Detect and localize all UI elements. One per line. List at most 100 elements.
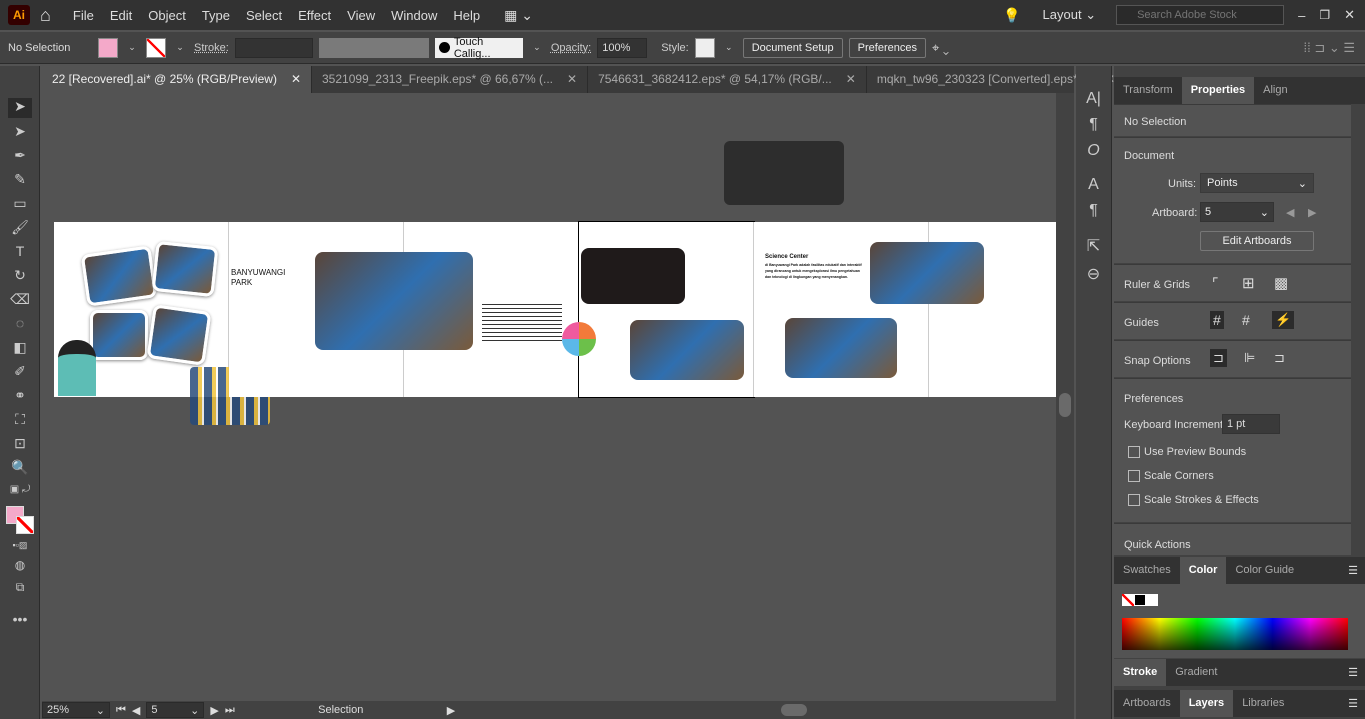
panel-menu-icon[interactable]: ☰ bbox=[1341, 690, 1365, 717]
snap-to-pixel-icon[interactable]: ⊐ bbox=[1274, 350, 1285, 366]
selection-tool[interactable]: ➤ bbox=[8, 98, 32, 118]
tab-layers[interactable]: Layers bbox=[1179, 690, 1234, 717]
menu-edit[interactable]: Edit bbox=[102, 8, 140, 23]
variable-width-profile[interactable] bbox=[318, 37, 429, 58]
tab-gradient[interactable]: Gradient bbox=[1166, 659, 1226, 686]
close-icon[interactable]: ✕ bbox=[291, 72, 301, 87]
menu-view[interactable]: View bbox=[339, 8, 383, 23]
artboard-2[interactable]: BANYUWANGI PARK bbox=[229, 222, 473, 397]
stroke-weight-field[interactable] bbox=[234, 37, 313, 58]
previous-artboard-icon[interactable]: ◀ bbox=[132, 704, 140, 717]
edit-artboards-button[interactable]: Edit Artboards bbox=[1200, 231, 1314, 251]
last-artboard-icon[interactable]: ⏭ bbox=[225, 704, 235, 717]
artboard-select[interactable]: 5 ⌄ bbox=[1200, 202, 1274, 222]
current-tool-status[interactable]: Selection bbox=[241, 704, 441, 716]
rotate-tool[interactable]: ↻ bbox=[8, 267, 32, 287]
curvature-tool[interactable]: ✎ bbox=[8, 171, 32, 191]
close-icon[interactable]: ✕ bbox=[567, 72, 577, 87]
gradient-tool[interactable]: ◧ bbox=[8, 339, 32, 359]
stroke-color-swatch[interactable] bbox=[16, 516, 34, 534]
lightbulb-icon[interactable]: 💡 bbox=[1003, 7, 1020, 24]
transparency-grid-icon[interactable]: ▩ bbox=[1274, 274, 1288, 292]
scroll-thumb[interactable] bbox=[1059, 393, 1071, 417]
select-similar-icon[interactable]: ⌖ ⌄ bbox=[932, 40, 949, 56]
pen-tool[interactable]: ✒ bbox=[8, 147, 32, 167]
horizontal-scrollbar[interactable] bbox=[461, 703, 1074, 717]
scroll-thumb[interactable] bbox=[781, 704, 808, 716]
eraser-tool[interactable]: ⌫ bbox=[8, 291, 32, 311]
menu-object[interactable]: Object bbox=[140, 8, 194, 23]
artboard-number-field[interactable]: 5 ⌄ bbox=[146, 702, 205, 718]
canvas[interactable]: BANYUWANGI PARK Science Center di Banyuw… bbox=[42, 93, 1056, 701]
panel-menu-icon[interactable]: ⁞⁞ ⊐ ⌄ ☰ bbox=[1304, 40, 1356, 56]
chevron-down-icon[interactable]: ⌄ bbox=[721, 38, 737, 58]
artboard-4-selected[interactable] bbox=[578, 221, 755, 398]
color-spectrum[interactable] bbox=[1122, 618, 1348, 650]
character-icon[interactable]: A| bbox=[1076, 90, 1111, 108]
preferences-button[interactable]: Preferences bbox=[848, 37, 926, 58]
zoom-tool[interactable]: 🔍 bbox=[8, 459, 32, 479]
tab-transform[interactable]: Transform bbox=[1114, 77, 1182, 104]
scale-strokes-checkbox[interactable]: Scale Strokes & Effects bbox=[1128, 494, 1259, 507]
tab-libraries[interactable]: Libraries bbox=[1233, 690, 1293, 717]
tab-swatches[interactable]: Swatches bbox=[1114, 557, 1180, 584]
units-select[interactable]: Points ⌄ bbox=[1200, 173, 1314, 193]
tab-color-guide[interactable]: Color Guide bbox=[1226, 557, 1303, 584]
tab-align[interactable]: Align bbox=[1254, 77, 1296, 104]
opacity-field[interactable]: 100% bbox=[597, 37, 648, 58]
direct-selection-tool[interactable]: ➤ bbox=[8, 123, 32, 143]
tab-document-3[interactable]: 7546631_3682412.eps* @ 54,17% (RGB/... ✕ bbox=[588, 66, 867, 93]
close-button[interactable]: ✕ bbox=[1344, 7, 1355, 23]
symbol-sprayer-tool[interactable]: ⛶ bbox=[8, 411, 32, 431]
tab-stroke[interactable]: Stroke bbox=[1114, 659, 1167, 686]
none-swatch[interactable] bbox=[1122, 594, 1134, 606]
use-preview-bounds-checkbox[interactable]: Use Preview Bounds bbox=[1128, 446, 1246, 459]
swap-fill-stroke-icon[interactable]: ▣ ⤾ bbox=[8, 484, 32, 504]
menu-type[interactable]: Type bbox=[194, 8, 238, 23]
menu-window[interactable]: Window bbox=[383, 8, 445, 23]
menu-select[interactable]: Select bbox=[238, 8, 290, 23]
stroke-label[interactable]: Stroke: bbox=[194, 42, 229, 54]
menu-help[interactable]: Help bbox=[445, 8, 488, 23]
chevron-down-icon[interactable]: ⌄ bbox=[124, 38, 140, 58]
tab-color[interactable]: Color bbox=[1179, 557, 1227, 584]
search-stock-input[interactable] bbox=[1116, 5, 1285, 25]
more-tools-icon[interactable]: ••• bbox=[8, 611, 32, 631]
paragraph-icon[interactable]: ¶ bbox=[1076, 116, 1111, 134]
snap-to-grid-icon[interactable]: ⊫ bbox=[1244, 350, 1255, 366]
color-mode-icons[interactable]: ▪▫▨ bbox=[8, 540, 32, 560]
snap-to-point-icon[interactable]: ⊐ bbox=[1210, 349, 1227, 367]
arrange-documents-icon[interactable]: ▦ ⌄ bbox=[504, 7, 533, 24]
artboard-tool[interactable]: ⊡ bbox=[8, 435, 32, 455]
tab-document-2[interactable]: 3521099_2313_Freepik.eps* @ 66,67% (... ✕ bbox=[312, 66, 589, 93]
screen-mode-icon[interactable]: ⧉ bbox=[8, 580, 32, 600]
tab-artboards[interactable]: Artboards bbox=[1114, 690, 1180, 717]
menu-effect[interactable]: Effect bbox=[290, 8, 339, 23]
dark-rectangle-object[interactable] bbox=[724, 141, 844, 205]
opentype-icon[interactable]: O bbox=[1076, 142, 1111, 160]
panel-menu-icon[interactable]: ☰ bbox=[1341, 557, 1365, 584]
keyboard-increment-field[interactable]: 1 pt bbox=[1222, 414, 1280, 434]
blend-tool[interactable]: ⚭ bbox=[8, 387, 32, 407]
style-swatch[interactable] bbox=[694, 37, 715, 58]
export-icon[interactable]: ⇱ bbox=[1076, 236, 1111, 256]
zoom-level-field[interactable]: 25% ⌄ bbox=[42, 702, 110, 718]
chevron-down-icon[interactable]: ⌄ bbox=[172, 38, 188, 58]
minimize-button[interactable]: – bbox=[1298, 8, 1305, 23]
black-swatch[interactable] bbox=[1134, 594, 1146, 606]
fill-swatch[interactable] bbox=[98, 37, 118, 58]
character-styles-icon[interactable]: A bbox=[1076, 176, 1111, 194]
eyedropper-tool[interactable]: ✐ bbox=[8, 363, 32, 383]
tab-properties[interactable]: Properties bbox=[1181, 77, 1255, 104]
first-artboard-icon[interactable]: ⏮ bbox=[116, 704, 126, 717]
smart-guides-icon[interactable]: ⚡ bbox=[1272, 311, 1295, 329]
stroke-swatch[interactable] bbox=[146, 37, 166, 58]
artboard-5[interactable]: Science Center di Banyuwangi Park adalah… bbox=[754, 222, 984, 397]
home-icon[interactable]: ⌂ bbox=[40, 5, 51, 26]
chevron-down-icon[interactable]: ⌄ bbox=[529, 38, 545, 58]
links-icon[interactable]: ⊖ bbox=[1076, 264, 1111, 284]
status-menu-icon[interactable]: ▶ bbox=[447, 704, 455, 717]
maximize-button[interactable]: ❐ bbox=[1319, 8, 1330, 22]
panel-menu-icon[interactable]: ☰ bbox=[1341, 659, 1365, 686]
next-artboard-icon[interactable]: ▶ bbox=[210, 704, 218, 717]
